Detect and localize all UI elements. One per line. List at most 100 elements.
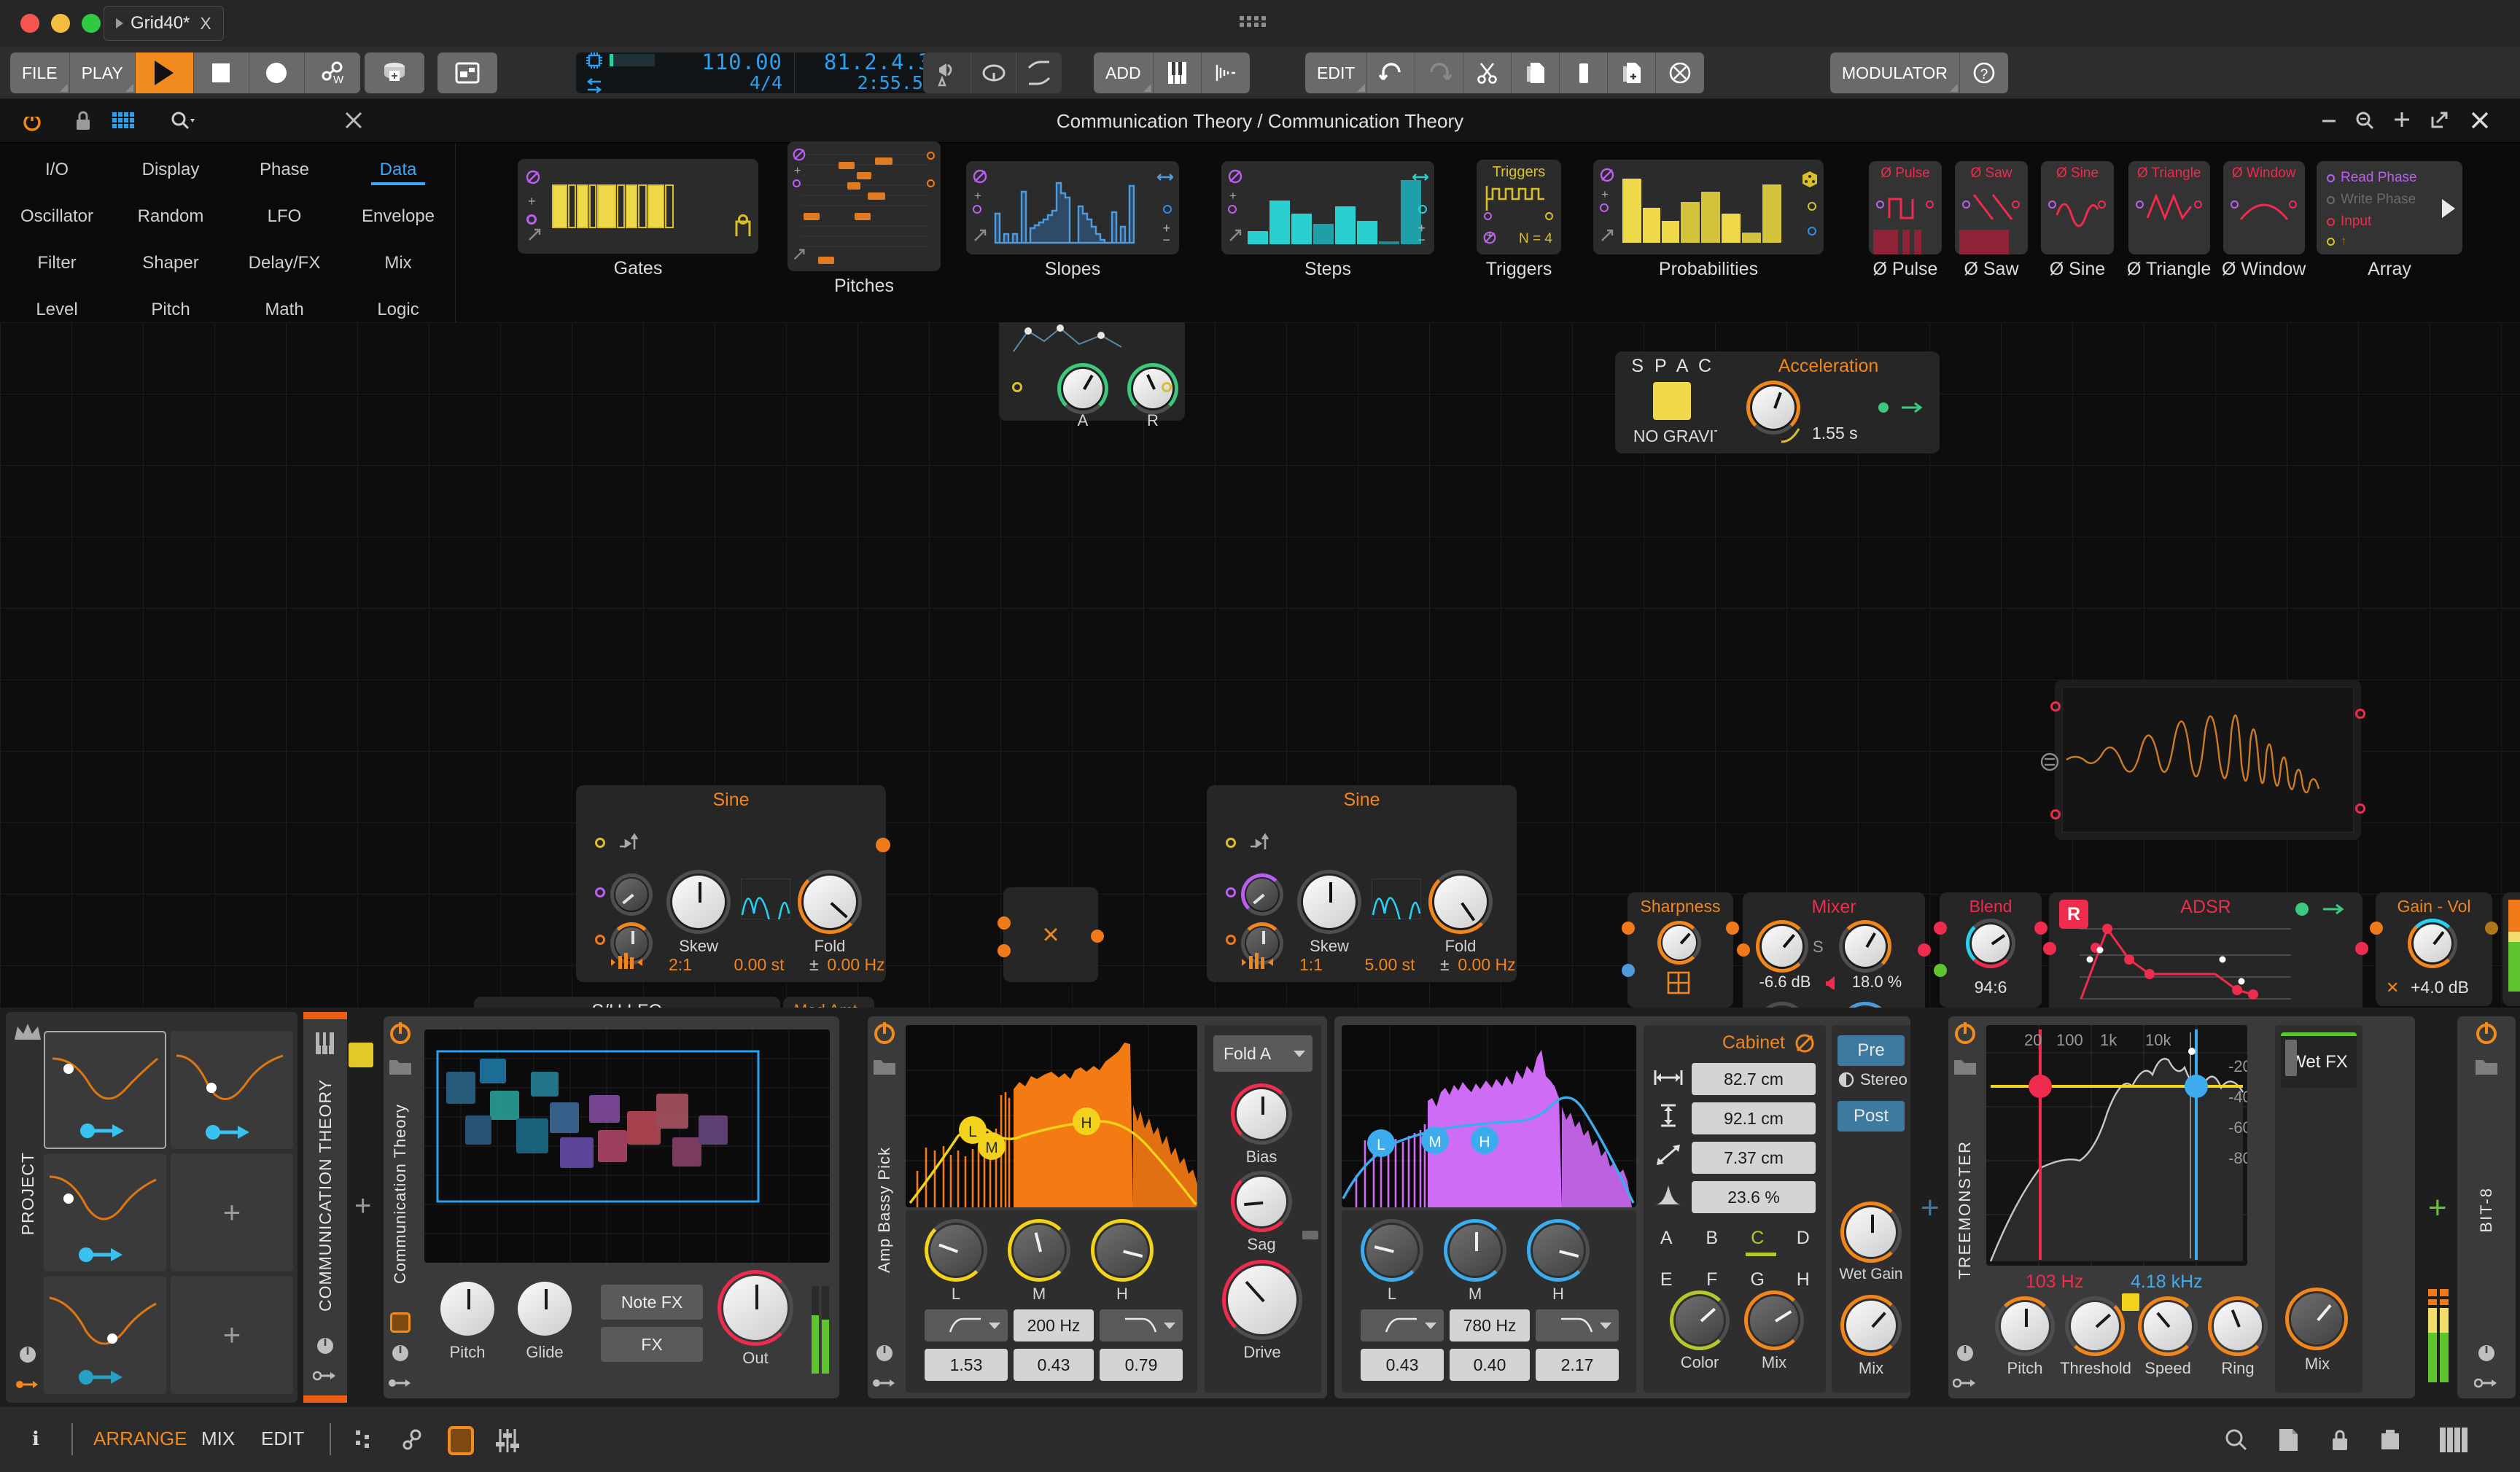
cab-m-value[interactable]: 0.40: [1450, 1349, 1530, 1381]
category-display[interactable]: Display: [114, 153, 228, 187]
window-minimize-button[interactable]: [51, 14, 70, 33]
clip-modulator-1[interactable]: [44, 1031, 166, 1149]
zoom-icon[interactable]: [2354, 109, 2376, 135]
folder-icon[interactable]: [1953, 1056, 1978, 1076]
device-power-button[interactable]: [874, 1024, 895, 1044]
folder-icon[interactable]: [872, 1056, 897, 1076]
delete-button[interactable]: [1656, 52, 1705, 93]
folder-icon[interactable]: [388, 1056, 413, 1076]
node-mod-amt-1[interactable]: Mod Amt1 ✕ +8.2 dB: [783, 997, 874, 1008]
add-device-button[interactable]: +: [354, 1190, 371, 1223]
mixer-pan-1-value[interactable]: 18.0 %: [1840, 973, 1913, 992]
routing-icon[interactable]: [313, 1368, 338, 1384]
overdub-button[interactable]: [365, 52, 424, 93]
post-button[interactable]: Post: [1838, 1101, 1905, 1132]
quantize-icon[interactable]: [611, 953, 643, 972]
window-maximize-button[interactable]: [82, 14, 101, 33]
tempo-display[interactable]: 110.00 4/4: [662, 52, 795, 93]
device-color-swatch[interactable]: [349, 1043, 373, 1067]
cab-freq-value[interactable]: 780 Hz: [1450, 1309, 1530, 1341]
tm-low-freq[interactable]: 103 Hz: [2026, 1272, 2083, 1293]
routing-icon[interactable]: [400, 1428, 424, 1456]
sine1-semitones[interactable]: 0.00 st: [712, 955, 806, 975]
module-steps[interactable]: + + − Steps: [1221, 161, 1434, 280]
dots-icon[interactable]: [356, 1430, 378, 1453]
loop-button[interactable]: [971, 52, 1016, 93]
routing-icon[interactable]: [388, 1375, 413, 1391]
routing-icon[interactable]: [872, 1375, 897, 1391]
device-power-button[interactable]: [1955, 1024, 1975, 1044]
routing-icon[interactable]: [2474, 1375, 2499, 1391]
node-acceleration[interactable]: Acceleration 1.55 s: [1717, 351, 1940, 453]
amp-h-value[interactable]: 0.79: [1100, 1349, 1183, 1381]
minimize-icon[interactable]: [2319, 109, 2339, 133]
cabinet-phase-icon[interactable]: [1794, 1032, 1816, 1058]
stop-button[interactable]: [193, 52, 249, 93]
mixer-solo-1[interactable]: S: [1813, 938, 1824, 957]
module-array[interactable]: Read Phase Write Phase Input ↑ Array: [2317, 161, 2462, 280]
add-menu-button[interactable]: ADD: [1094, 52, 1154, 93]
project-tab[interactable]: Grid40* X: [104, 6, 224, 41]
amp-m-value[interactable]: 0.43: [1014, 1349, 1094, 1381]
mic-b[interactable]: B: [1689, 1228, 1735, 1249]
add-audio-button[interactable]: [1201, 52, 1250, 93]
help-button[interactable]: ?: [1959, 52, 2008, 93]
paste-button[interactable]: [1560, 52, 1609, 93]
device-amp-bassy-pick[interactable]: Amp Bassy Pick L M H L M H 200 Hz 1.53 0…: [868, 1016, 1327, 1398]
duplicate-button[interactable]: [1608, 52, 1657, 93]
record-button[interactable]: [249, 52, 305, 93]
view-mix[interactable]: MIX: [201, 1428, 235, 1450]
redo-button[interactable]: [1415, 52, 1464, 93]
edit-menu-button[interactable]: EDIT: [1305, 52, 1368, 93]
cab-h-value[interactable]: 2.17: [1536, 1349, 1619, 1381]
mute-1-icon[interactable]: [1824, 975, 1839, 989]
note-fx-button[interactable]: Note FX: [601, 1285, 703, 1320]
mixer-grid-icon[interactable]: [2440, 1428, 2468, 1456]
node-envelope-top[interactable]: A R: [999, 322, 1185, 429]
node-gain-vol[interactable]: Gain - Vol ✕ +4.0 dB: [2370, 892, 2498, 1006]
knob-icon[interactable]: [1955, 1343, 1975, 1365]
amp-eq-display[interactable]: L M H: [906, 1025, 1197, 1207]
knob-icon[interactable]: [390, 1343, 411, 1365]
glide-knob[interactable]: [518, 1282, 572, 1336]
view-edit[interactable]: EDIT: [261, 1428, 304, 1450]
sine1-hz[interactable]: 0.00 Hz: [824, 955, 888, 975]
device-power-button[interactable]: [390, 1024, 411, 1044]
clip-empty-2[interactable]: +: [171, 1276, 293, 1394]
pitch-knob[interactable]: [440, 1282, 494, 1336]
clip-modulator-2[interactable]: [171, 1031, 293, 1149]
grid-device-preview[interactable]: [424, 1029, 830, 1263]
module-triggers[interactable]: Triggers + N = 4 Triggers: [1477, 160, 1561, 280]
clip-modulator-4[interactable]: [44, 1276, 166, 1394]
sine1-ratio[interactable]: 2:1: [655, 955, 706, 975]
node-mixer[interactable]: Mixer S -6.6 dB 18.0 % S -18.2 dB -35.5 …: [1737, 892, 1931, 1008]
cab-high-shape-select[interactable]: [1536, 1309, 1619, 1341]
category-filter[interactable]: Filter: [0, 246, 114, 280]
grid-shape-icon[interactable]: [1667, 971, 1692, 996]
mixer-icon[interactable]: [494, 1428, 521, 1457]
sine2-semitones[interactable]: 5.00 st: [1342, 955, 1437, 975]
module-phase-window[interactable]: Ø Window Ø Window: [2222, 161, 2306, 280]
category-envelope[interactable]: Envelope: [341, 200, 455, 233]
mic-d[interactable]: D: [1781, 1228, 1827, 1249]
follow-playback-button[interactable]: [438, 52, 497, 93]
fx-button[interactable]: FX: [601, 1327, 703, 1362]
cabinet-width-value[interactable]: 82.7 cm: [1692, 1063, 1816, 1095]
automation-write-button[interactable]: W: [304, 52, 360, 93]
modulator-menu-button[interactable]: MODULATOR: [1830, 52, 1960, 93]
knob-icon[interactable]: [874, 1343, 895, 1365]
search-icon[interactable]: [2224, 1428, 2249, 1456]
pre-button[interactable]: Pre: [1838, 1035, 1905, 1066]
module-phase-triangle[interactable]: Ø Triangle Ø Triangle: [2127, 161, 2211, 280]
folder-icon[interactable]: [2474, 1056, 2499, 1076]
device-bit8[interactable]: BIT-8: [2457, 1016, 2516, 1398]
node-sine-2[interactable]: Sine Skew Fold 1:1 5.00 st ± 0.00 Hz: [1207, 785, 1517, 982]
popout-icon[interactable]: [2428, 109, 2450, 135]
adsr-graph[interactable]: [2080, 917, 2298, 1008]
window-close-button[interactable]: [20, 14, 39, 33]
space-swatch[interactable]: [1653, 382, 1691, 420]
amp-freq-value[interactable]: 200 Hz: [1014, 1309, 1094, 1341]
amp-l-value[interactable]: 1.53: [925, 1349, 1008, 1381]
amp-preset-select[interactable]: Fold A: [1213, 1035, 1312, 1072]
cabinet-spread-value[interactable]: 23.6 %: [1692, 1181, 1816, 1213]
